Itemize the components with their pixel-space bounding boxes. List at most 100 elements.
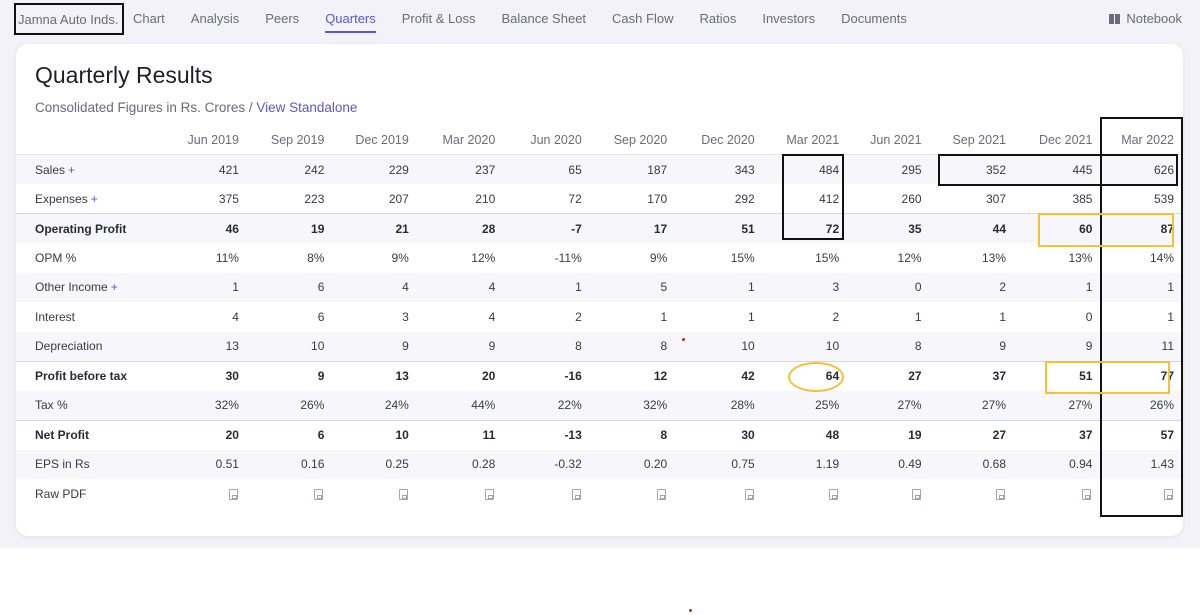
table-cell: 1: [161, 272, 248, 302]
table-cell: 237: [417, 154, 505, 184]
table-cell: 9%: [391, 250, 409, 265]
expand-plus-icon[interactable]: +: [91, 192, 98, 206]
table-cell: 307: [985, 191, 1006, 206]
tab-balance-sheet[interactable]: Balance Sheet: [501, 0, 586, 37]
tab-peers[interactable]: Peers: [265, 0, 299, 37]
company-name[interactable]: Jamna Auto Inds.: [14, 3, 124, 35]
page-title: Quarterly Results: [35, 62, 213, 88]
pdf-icon[interactable]: [228, 489, 238, 501]
table-cell: 484: [763, 154, 849, 184]
table-cell: 1: [676, 272, 764, 302]
table-cell: 170: [647, 191, 668, 206]
table-cell: 0: [848, 272, 931, 302]
row-label: Interest: [16, 302, 161, 332]
table-cell: 10: [247, 331, 334, 361]
notebook-link[interactable]: Notebook: [1109, 0, 1182, 37]
table-cell: 24%: [333, 390, 418, 420]
pdf-icon[interactable]: [571, 489, 581, 501]
raw-pdf-label: Raw PDF: [35, 486, 87, 501]
table-cell: 0.16: [247, 449, 334, 479]
expand-plus-icon[interactable]: +: [111, 280, 118, 294]
table-cell: 21: [333, 213, 418, 243]
table-cell: 51: [676, 213, 764, 243]
table-cell: 26%: [247, 390, 334, 420]
table-cell: 57: [1101, 419, 1183, 450]
table-cell: 421: [161, 154, 248, 184]
table-cell: 8%: [307, 250, 325, 265]
table-cell: 10: [763, 331, 849, 361]
table-cell: 0: [1085, 309, 1093, 324]
table-cell: 1.43: [1101, 449, 1183, 479]
table-cell: 72: [763, 213, 849, 243]
row-label-text: Operating Profit: [35, 221, 127, 236]
view-standalone-link[interactable]: View Standalone: [256, 100, 357, 115]
table-row: EPS in Rs 0.51 0.16 0.25 0.28 -0.32 0.20 0.75 1.…: [16, 449, 1183, 479]
row-label[interactable]: Other Income +: [16, 272, 162, 302]
table-cell: 1: [1167, 309, 1174, 324]
pdf-icon[interactable]: [314, 489, 324, 501]
table-cell: -0.32: [504, 449, 591, 479]
row-label[interactable]: Expenses +: [16, 184, 161, 214]
row-label[interactable]: Sales +: [16, 154, 162, 184]
pdf-icon[interactable]: [996, 489, 1005, 501]
tab-quarters[interactable]: Quarters: [325, 0, 376, 37]
table-cell: 32%: [161, 390, 248, 420]
table-cell: 25%: [763, 390, 849, 420]
table-cell: 10: [676, 331, 764, 361]
pdf-icon[interactable]: [657, 489, 667, 501]
table-cell: 385: [1072, 191, 1093, 206]
table-cell: 28%: [676, 390, 764, 420]
tab-cash-flow[interactable]: Cash Flow: [612, 0, 673, 37]
table-cell: 11: [417, 419, 505, 450]
column-header: Sep 2020: [590, 125, 677, 155]
table-cell: 9%: [649, 250, 668, 265]
tab-investors[interactable]: Investors: [762, 0, 815, 37]
table-cell: 0.68: [930, 449, 1015, 479]
table-cell: 27%: [930, 390, 1015, 420]
table-cell: 229: [333, 154, 418, 184]
table-cell: 2: [832, 309, 840, 324]
expand-plus-icon[interactable]: +: [68, 163, 75, 177]
table-cell: 375: [218, 191, 239, 206]
tab-profit-loss[interactable]: Profit & Loss: [402, 0, 476, 37]
pdf-icon[interactable]: [744, 489, 754, 501]
row-label-text: Sales: [35, 162, 66, 177]
table-cell: 28: [417, 213, 505, 243]
raw-pdf-cell: [1101, 479, 1183, 509]
table-cell: 6: [317, 309, 325, 324]
table-cell: 1: [660, 309, 668, 324]
pdf-icon[interactable]: [485, 489, 495, 501]
quarterly-results-table: Jun 2019 Sep 2019 Dec 2019 Mar 2020 Jun 2020…: [16, 125, 1183, 509]
table-cell: 72: [568, 191, 582, 206]
table-cell: -13: [504, 419, 591, 450]
table-cell: 412: [819, 191, 840, 206]
raw-pdf-cell: [504, 479, 590, 509]
pdf-icon[interactable]: [1164, 489, 1173, 501]
table-cell: 4: [333, 272, 418, 302]
table-cell: 12%: [471, 250, 496, 265]
table-cell: 65: [504, 154, 591, 184]
table-cell: -7: [504, 213, 591, 243]
raw-pdf-cell: [418, 479, 504, 509]
table-cell: 242: [247, 154, 334, 184]
table-cell: 6: [247, 272, 334, 302]
table-cell: 8: [848, 331, 931, 361]
tab-ratios[interactable]: Ratios: [699, 0, 736, 37]
tab-chart[interactable]: Chart: [133, 0, 165, 37]
table-cell: 210: [475, 191, 496, 206]
table-cell: 343: [676, 154, 764, 184]
pdf-icon[interactable]: [911, 489, 921, 501]
top-nav: Jamna Auto Inds. Chart Analysis Peers Quart…: [0, 0, 1200, 37]
pdf-icon[interactable]: [1082, 489, 1092, 501]
table-cell: 27: [930, 419, 1015, 450]
table-cell: 27: [848, 360, 931, 391]
pdf-icon[interactable]: [829, 489, 839, 501]
tab-documents[interactable]: Documents: [841, 0, 907, 37]
pdf-icon[interactable]: [398, 489, 408, 501]
tab-analysis[interactable]: Analysis: [191, 0, 239, 37]
table-cell: 46: [161, 213, 248, 243]
table-cell: 1: [1015, 272, 1102, 302]
row-label-text: Profit before tax: [35, 369, 128, 383]
table-cell: 3: [402, 309, 409, 324]
table-cell: -16: [504, 360, 591, 391]
